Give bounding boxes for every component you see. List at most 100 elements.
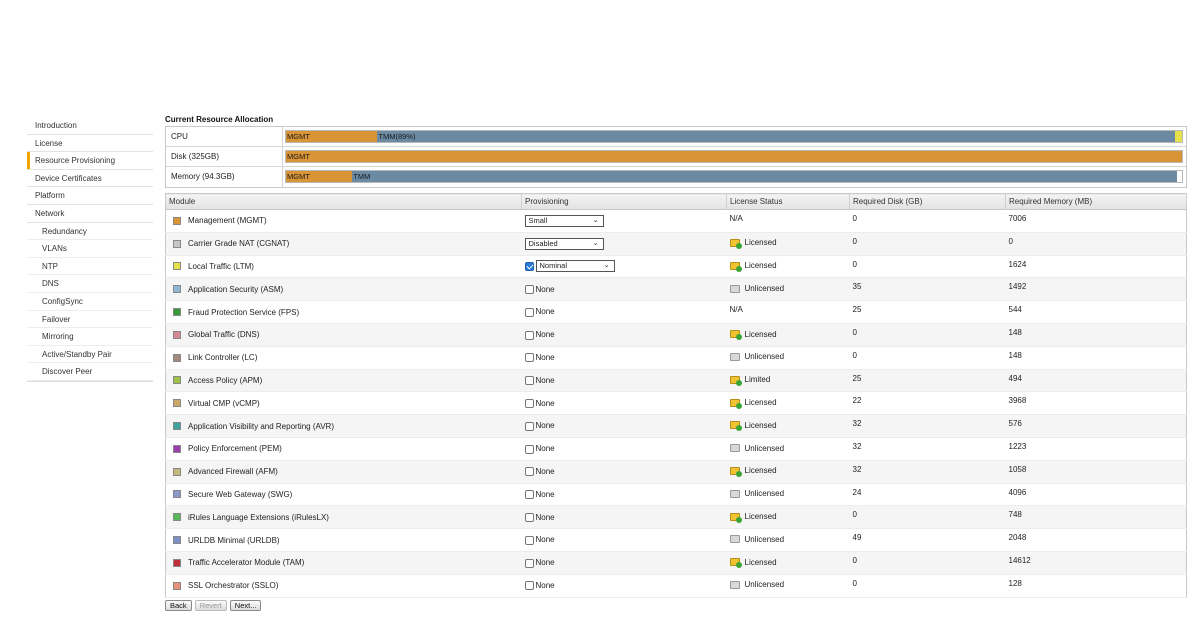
license-status: Licensed (744, 466, 777, 476)
required-memory: 576 (1008, 419, 1022, 429)
sidebar-item-active-standby-pair[interactable]: Active/Standby Pair (27, 346, 153, 364)
provision-checkbox[interactable] (524, 444, 534, 454)
sidebar-nav: Introduction License Resource Provisioning… (27, 117, 153, 382)
required-memory: 748 (1008, 510, 1022, 520)
sidebar-item-ntp[interactable]: NTP (27, 258, 153, 276)
module-name: Application Security (ASM) (188, 284, 284, 294)
allocation-segment (286, 151, 1182, 162)
sidebar-item-network[interactable]: Network (27, 205, 153, 223)
provision-checkbox[interactable] (524, 284, 534, 294)
sidebar-item-configsync[interactable]: ConfigSync (27, 293, 153, 311)
provision-checkbox[interactable] (524, 467, 534, 477)
provision-checkbox[interactable] (524, 558, 534, 568)
license-status: Licensed (744, 512, 777, 521)
sidebar-item-redundancy[interactable]: Redundancy (27, 223, 153, 241)
revert-button[interactable]: Revert (194, 600, 227, 611)
required-disk: 22 (852, 396, 862, 406)
provisioning-value: None (535, 352, 555, 362)
next-button[interactable]: Next... (229, 600, 262, 611)
provisioning-value: None (535, 307, 555, 317)
module-name: Secure Web Gateway (SWG) (188, 489, 293, 499)
required-disk: 32 (852, 419, 862, 429)
table-row: Traffic Accelerator Module (TAM) None Lice… (165, 551, 1187, 575)
module-color-swatch (173, 536, 181, 545)
col-required-memory[interactable]: Required Memory (MB) (1005, 193, 1187, 210)
sidebar-item-discover-peer[interactable]: Discover Peer (27, 363, 153, 381)
required-disk: 35 (852, 282, 862, 292)
sidebar-item-mirroring[interactable]: Mirroring (27, 328, 153, 346)
required-memory: 2048 (1008, 533, 1027, 543)
provision-checkbox[interactable] (524, 512, 534, 522)
license-ok-icon (729, 466, 742, 477)
required-memory: 544 (1008, 305, 1022, 315)
provision-checkbox[interactable] (524, 581, 534, 591)
module-name: URLDB Minimal (URLDB) (188, 535, 280, 545)
license-unlicensed-icon (729, 580, 740, 589)
provision-checkbox[interactable] (524, 330, 534, 340)
module-color-swatch (173, 399, 181, 408)
module-name: Fraud Protection Service (FPS) (188, 307, 300, 317)
required-memory: 4096 (1008, 487, 1027, 497)
table-row: Application Security (ASM) None Unlicensed… (165, 277, 1187, 302)
allocation-label: Memory (94.3GB) (166, 167, 283, 187)
provision-checkbox[interactable] (524, 307, 534, 317)
module-color-swatch (173, 444, 181, 453)
table-row: Local Traffic (LTM) Nominal ⌄ Licensed 0 1624 (165, 255, 1187, 279)
provision-checkbox[interactable] (524, 261, 534, 271)
license-ok-icon (729, 421, 742, 432)
provisioning-select[interactable]: Nominal ⌄ (535, 260, 615, 273)
sidebar-item-introduction[interactable]: Introduction (27, 117, 153, 135)
sidebar-item-dns[interactable]: DNS (27, 275, 153, 293)
provision-checkbox[interactable] (524, 376, 534, 386)
sidebar-item-device-certificates[interactable]: Device Certificates (27, 170, 153, 188)
provisioning-select[interactable]: Disabled ⌄ (524, 237, 604, 250)
col-module[interactable]: Module (165, 193, 522, 210)
required-memory: 14612 (1008, 555, 1031, 565)
module-color-swatch (173, 581, 181, 590)
provisioning-value: None (535, 375, 555, 385)
sidebar-item-failover[interactable]: Failover (27, 311, 153, 329)
allocation-bar: MGMT (285, 150, 1183, 163)
provisioning-value: None (535, 466, 555, 476)
allocation-segment-label: TMM (353, 172, 371, 181)
sidebar-item-platform[interactable]: Platform (27, 187, 153, 205)
provision-checkbox[interactable] (524, 398, 534, 408)
table-row: Link Controller (LC) None Unlicensed 0 148 (165, 346, 1187, 370)
table-row: Secure Web Gateway (SWG) None Unlicensed 24… (165, 483, 1187, 507)
provisioning-select[interactable]: Small ⌄ (524, 214, 604, 227)
sidebar-item-license[interactable]: License (27, 135, 153, 153)
license-status: Licensed (744, 420, 777, 430)
module-name: Application Visibility and Reporting (AV… (188, 421, 334, 431)
chevron-down-icon: ⌄ (603, 262, 610, 270)
required-memory: 1058 (1008, 464, 1027, 474)
required-disk: 0 (852, 214, 857, 223)
module-color-swatch (173, 490, 181, 499)
back-button[interactable]: Back (165, 600, 192, 611)
provision-checkbox[interactable] (524, 353, 534, 363)
col-license-status[interactable]: License Status (726, 193, 850, 210)
required-memory: 494 (1008, 373, 1022, 383)
license-status: Licensed (744, 329, 777, 339)
allocation-label: Disk (325GB) (166, 147, 283, 166)
module-table: Module Provisioning License Status Requi… (165, 193, 1187, 598)
table-row: Access Policy (APM) None Limited 25 494 (165, 369, 1187, 393)
col-provisioning[interactable]: Provisioning (521, 193, 727, 210)
provisioning-value: None (535, 398, 555, 408)
license-status: Unlicensed (744, 443, 785, 453)
provision-checkbox[interactable] (524, 421, 534, 431)
module-color-swatch (173, 330, 181, 339)
allocation-segment-label: MGMT (287, 152, 310, 161)
chevron-down-icon: ⌄ (592, 216, 599, 224)
license-ok-icon (729, 512, 742, 523)
module-color-swatch (173, 216, 181, 225)
col-required-disk[interactable]: Required Disk (GB) (849, 193, 1006, 210)
module-name: Global Traffic (DNS) (188, 330, 260, 340)
required-disk: 49 (852, 533, 862, 543)
required-disk: 0 (852, 236, 857, 246)
provision-checkbox[interactable] (524, 490, 534, 500)
license-unlicensed-icon (729, 284, 740, 293)
table-row: iRules Language Extensions (iRulesLX) Non… (165, 505, 1187, 530)
sidebar-item-resource-provisioning[interactable]: Resource Provisioning (27, 152, 153, 170)
sidebar-item-vlans[interactable]: VLANs (27, 240, 153, 258)
provision-checkbox[interactable] (524, 535, 534, 545)
